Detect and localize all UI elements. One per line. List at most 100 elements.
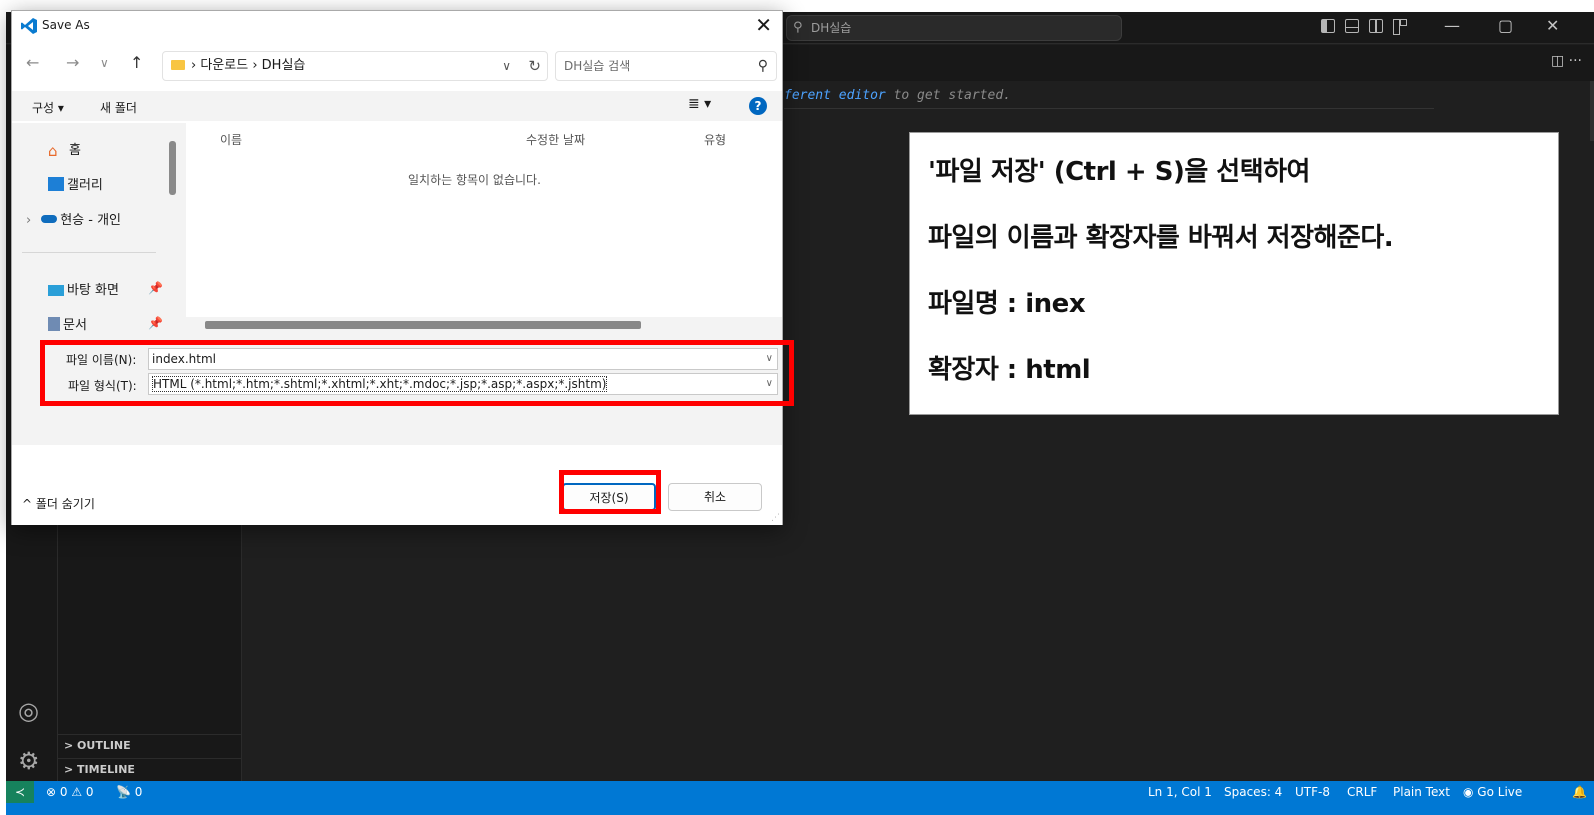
column-type[interactable]: 유형 <box>704 131 726 148</box>
screen: ⚲ DH실습 — ▢ ✕ ◫ ··· ◎ ⚙ > OUTLINE > TIMEL… <box>0 0 1594 815</box>
annotation-line-2: 파일의 이름과 확장자를 바꿔서 저장해준다. <box>928 223 1394 253</box>
nav-item-home[interactable]: ⌂ 홈 <box>48 139 81 160</box>
go-live-button[interactable]: ◉ Go Live <box>1463 785 1522 799</box>
go-live-label: Go Live <box>1477 785 1523 799</box>
pin-icon[interactable]: 📌 <box>148 316 163 330</box>
close-icon[interactable]: ✕ <box>755 13 772 37</box>
command-center[interactable]: ⚲ DH실습 <box>786 15 1122 41</box>
editor-hint: ferent editor to get started. <box>784 88 1011 103</box>
recent-chevron-icon[interactable]: ∨ <box>100 56 109 70</box>
nav-item-documents[interactable]: 문서 <box>48 314 87 333</box>
up-arrow-icon[interactable]: ↑ <box>130 53 143 72</box>
organize-button[interactable]: 구성 ▾ <box>32 99 64 116</box>
breadcrumb-downloads[interactable]: 다운로드 <box>200 58 248 73</box>
annotation-note: '파일 저장' (Ctrl + S)을 선택하여 파일의 이름과 확장자를 바꿔… <box>909 132 1559 415</box>
folder-icon <box>171 60 185 70</box>
toggle-primary-sidebar-icon[interactable] <box>1321 19 1335 33</box>
remote-indicator-icon[interactable]: ≺ <box>6 781 34 803</box>
save-as-dialog: Save As ✕ ← → ∨ ↑ › 다운로드 › DH실습 ∨ ↻ DH실습… <box>11 10 783 525</box>
nav-item-gallery[interactable]: 갤러리 <box>48 174 103 193</box>
close-window-icon[interactable]: ✕ <box>1546 16 1559 35</box>
broadcast-icon: ◉ <box>1463 785 1478 799</box>
pin-icon[interactable]: 📌 <box>148 281 163 295</box>
annotation-line-3: 파일명 : inex <box>928 289 1086 319</box>
nav-home-label: 홈 <box>69 143 81 158</box>
encoding-status[interactable]: UTF-8 <box>1295 785 1330 799</box>
search-input[interactable]: DH실습 검색 ⚲ <box>555 51 777 81</box>
expand-chevron-icon[interactable]: › <box>26 213 31 228</box>
navigation-pane: ⌂ 홈 갤러리 › 현승 - 개인 바탕 화면 📌 문서 📌 <box>12 123 186 335</box>
account-icon[interactable]: ◎ <box>18 697 39 725</box>
search-icon: ⚲ <box>757 58 768 74</box>
document-icon <box>48 317 60 331</box>
outline-label: OUTLINE <box>77 739 131 752</box>
home-icon: ⌂ <box>48 142 58 160</box>
column-date[interactable]: 수정한 날짜 <box>526 131 585 148</box>
gear-icon[interactable]: ⚙ <box>18 747 40 775</box>
command-bar: 구성 ▾ 새 폴더 ≣ ▾ ? <box>12 91 782 121</box>
horizontal-scrollbar[interactable] <box>205 321 641 329</box>
toggle-panel-icon[interactable] <box>1345 19 1359 33</box>
command-center-label: DH실습 <box>811 21 852 35</box>
highlight-save-button <box>559 470 661 514</box>
nav-documents-label: 문서 <box>63 318 87 333</box>
help-icon[interactable]: ? <box>749 97 767 115</box>
breadcrumb-dh[interactable]: DH실습 <box>262 58 306 73</box>
maximize-icon[interactable]: ▢ <box>1498 16 1513 35</box>
gallery-icon <box>48 177 64 191</box>
dialog-footer: ^ 폴더 숨기기 저장(S) 취소 ⋰ <box>12 445 782 525</box>
search-icon: ⚲ <box>793 20 803 35</box>
dialog-title-bar: Save As ✕ <box>12 11 782 41</box>
editor-hint-link[interactable]: ferent editor <box>784 88 886 103</box>
hide-folders-label: 폴더 숨기기 <box>35 497 95 511</box>
problems-status[interactable]: ⊗ 0 ⚠ 0 <box>46 785 94 799</box>
layout-controls <box>1321 19 1407 35</box>
toggle-secondary-sidebar-icon[interactable] <box>1369 19 1383 33</box>
ports-count: 0 <box>134 785 143 799</box>
navigation-bar: ← → ∨ ↑ › 다운로드 › DH실습 ∨ ↻ DH실습 검색 ⚲ <box>12 45 782 85</box>
forward-arrow-icon[interactable]: → <box>66 53 79 72</box>
minimize-icon[interactable]: — <box>1444 16 1460 35</box>
customize-layout-icon[interactable] <box>1393 19 1407 35</box>
ports-status[interactable]: 📡 0 <box>116 785 142 799</box>
editor-actions-icon[interactable]: ◫ ··· <box>1551 53 1582 69</box>
eol-status[interactable]: CRLF <box>1347 785 1377 799</box>
bell-icon[interactable]: 🔔 <box>1572 785 1587 799</box>
highlight-filename-fields <box>40 340 794 406</box>
empty-message: 일치하는 항목이 없습니다. <box>408 173 541 187</box>
nav-gallery-label: 갤러리 <box>67 178 103 193</box>
cursor-position[interactable]: Ln 1, Col 1 <box>1148 785 1212 799</box>
address-dropdown-icon[interactable]: ∨ <box>502 52 511 80</box>
indentation-status[interactable]: Spaces: 4 <box>1224 785 1282 799</box>
file-list: 이름 수정한 날짜 유형 일치하는 항목이 없습니다. <box>186 123 782 335</box>
editor-hint-text: to get started. <box>885 88 1011 103</box>
resize-grip-icon[interactable]: ⋰ <box>771 513 780 523</box>
nav-item-desktop[interactable]: 바탕 화면 <box>48 279 119 298</box>
hide-folders-toggle[interactable]: ^ 폴더 숨기기 <box>22 495 95 512</box>
back-arrow-icon[interactable]: ← <box>26 53 39 72</box>
annotation-line-4: 확장자 : html <box>928 355 1091 385</box>
new-folder-button[interactable]: 새 폴더 <box>100 99 137 116</box>
column-name[interactable]: 이름 <box>220 131 242 148</box>
cloud-icon <box>41 215 58 223</box>
cancel-button[interactable]: 취소 <box>668 483 762 511</box>
timeline-label: TIMELINE <box>77 763 135 776</box>
view-options-icon[interactable]: ≣ ▾ <box>688 96 711 112</box>
desktop-icon <box>48 285 64 296</box>
editor-scrollbar[interactable] <box>1590 81 1594 141</box>
search-placeholder: DH실습 검색 <box>564 59 631 73</box>
nav-scrollbar[interactable] <box>169 141 176 195</box>
timeline-section[interactable]: > TIMELINE <box>58 758 242 780</box>
status-bar: ≺ ⊗ 0 ⚠ 0 📡 0 Ln 1, Col 1 Spaces: 4 UTF-… <box>6 781 1594 815</box>
nav-desktop-label: 바탕 화면 <box>67 283 119 298</box>
address-bar[interactable]: › 다운로드 › DH실습 ∨ ↻ <box>162 51 548 81</box>
nav-item-onedrive[interactable]: › 현승 - 개인 <box>26 209 121 228</box>
nav-onedrive-label: 현승 - 개인 <box>60 213 121 228</box>
refresh-icon[interactable]: ↻ <box>528 52 541 80</box>
nav-divider <box>22 252 156 253</box>
outline-section[interactable]: > OUTLINE <box>58 734 242 756</box>
language-status[interactable]: Plain Text <box>1393 785 1450 799</box>
annotation-line-1: '파일 저장' (Ctrl + S)을 선택하여 <box>928 157 1310 187</box>
editor-hint-divider <box>784 108 1434 109</box>
dialog-title: Save As <box>42 18 90 32</box>
